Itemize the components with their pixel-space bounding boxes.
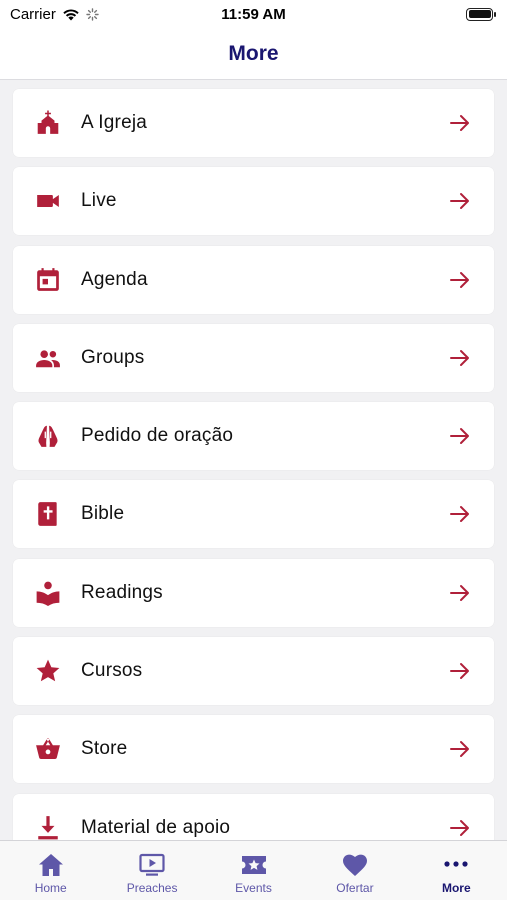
menu-item-label: Material de apoio	[81, 816, 231, 838]
arrow-right-icon	[450, 584, 469, 601]
menu-item-cursos[interactable]: Cursos	[13, 637, 494, 706]
tab-home[interactable]: Home	[0, 841, 101, 900]
menu-item-label: Live	[81, 190, 117, 212]
calendar-icon	[33, 265, 63, 295]
menu-item-agenda[interactable]: Agenda	[13, 245, 494, 314]
menu-item-material-de-apoio[interactable]: Material de apoio	[13, 793, 494, 840]
download-icon	[33, 813, 63, 840]
menu-item-label: Pedido de oração	[81, 425, 234, 447]
status-left: Carrier	[10, 6, 99, 23]
arrow-right-icon	[450, 819, 469, 836]
tab-ofertar[interactable]: Ofertar	[304, 841, 405, 900]
arrow-right-icon	[450, 349, 469, 366]
video-camera-icon	[33, 186, 63, 216]
menu-item-label: A Igreja	[81, 112, 148, 133]
arrow-right-icon	[450, 115, 469, 131]
play-screen-icon	[139, 853, 165, 876]
menu-item-label: Store	[81, 738, 128, 760]
star-icon	[33, 656, 63, 686]
home-icon	[38, 854, 63, 876]
bible-icon	[33, 499, 63, 529]
menu-item-pedido-de-oracao[interactable]: Pedido de oração	[13, 402, 494, 471]
reading-icon	[33, 578, 63, 608]
menu-item-label: Readings	[81, 581, 163, 603]
arrow-right-icon	[450, 271, 469, 288]
tab-more[interactable]: More	[406, 841, 507, 900]
menu-item-readings[interactable]: Readings	[13, 558, 494, 627]
tab-label: Events	[235, 881, 272, 895]
menu-item-label: Agenda	[81, 268, 148, 290]
arrow-right-icon	[450, 428, 469, 445]
arrow-right-icon	[450, 741, 469, 758]
arrow-right-icon	[450, 193, 469, 210]
arrow-right-icon	[450, 663, 469, 680]
menu-item-groups[interactable]: Groups	[13, 323, 494, 392]
carrier-label: Carrier	[10, 5, 56, 23]
battery-icon	[466, 7, 496, 21]
church-icon	[33, 108, 63, 138]
tab-preaches[interactable]: Preaches	[101, 841, 202, 900]
menu-item-label: Groups	[81, 346, 145, 368]
tab-label: Ofertar	[336, 881, 374, 895]
tab-bar: Home Preaches Events Ofertar More	[0, 840, 507, 900]
tab-label: More	[441, 881, 471, 895]
people-icon	[33, 343, 63, 373]
more-dots-icon	[444, 861, 468, 867]
tab-label: Preaches	[126, 881, 178, 895]
basket-icon	[33, 734, 63, 764]
menu-item-a-igreja[interactable]: A Igreja	[13, 89, 494, 157]
more-menu-list[interactable]: A Igreja Live Agenda Groups Pedido de or…	[0, 80, 507, 840]
loading-spinner-icon	[86, 7, 99, 21]
menu-item-bible[interactable]: Bible	[13, 480, 494, 549]
page-title: More	[228, 41, 279, 65]
tab-label: Home	[34, 881, 67, 895]
menu-item-label: Cursos	[81, 660, 143, 682]
tab-events[interactable]: Events	[203, 841, 304, 900]
arrow-right-icon	[450, 506, 469, 523]
nav-bar: More	[0, 28, 507, 80]
status-bar: Carrier 11:59 AM	[0, 0, 507, 28]
wifi-icon	[63, 8, 79, 20]
menu-item-live[interactable]: Live	[13, 167, 494, 236]
praying-hands-icon	[33, 421, 63, 451]
heart-icon	[342, 854, 367, 876]
menu-item-store[interactable]: Store	[13, 715, 494, 784]
menu-item-label: Bible	[81, 503, 125, 525]
ticket-star-icon	[241, 856, 266, 874]
